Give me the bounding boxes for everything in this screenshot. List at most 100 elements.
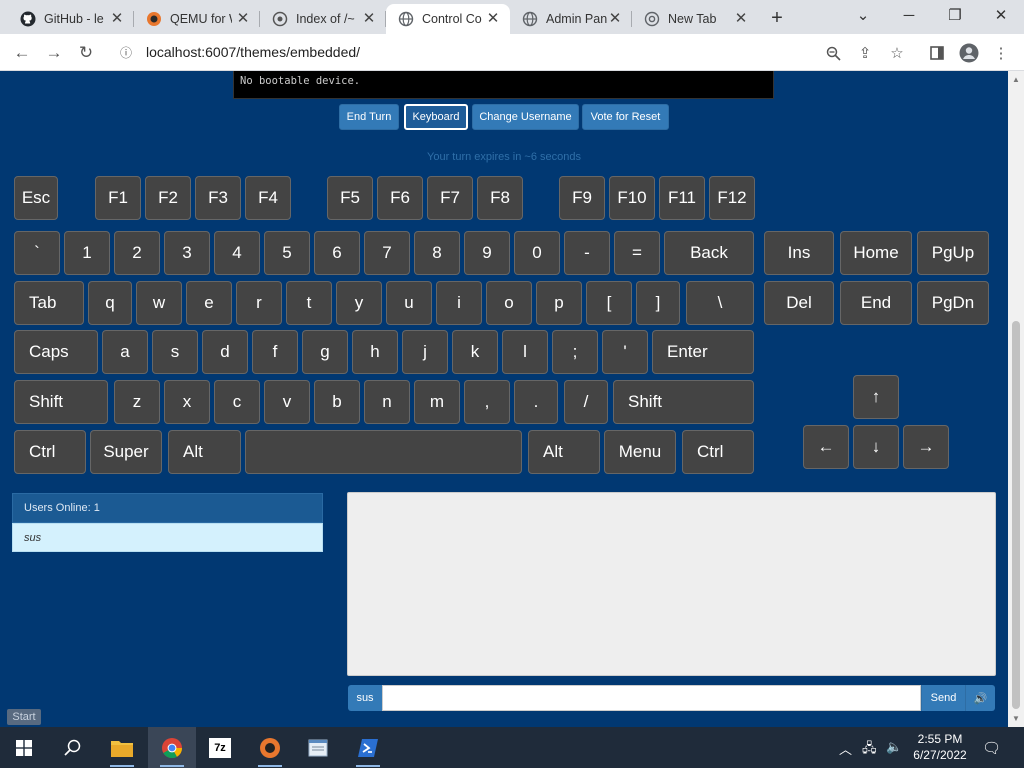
vote-reset-button[interactable]: Vote for Reset: [582, 104, 669, 130]
key-minus[interactable]: -: [564, 231, 610, 275]
key-insert[interactable]: Ins: [764, 231, 834, 275]
tab-admin-panel[interactable]: Admin Pan ✕: [510, 4, 632, 34]
key-f4[interactable]: F4: [245, 176, 291, 220]
key-f12[interactable]: F12: [709, 176, 755, 220]
key-backspace[interactable]: Back: [664, 231, 754, 275]
tab-new-tab[interactable]: New Tab ✕: [632, 4, 758, 34]
page-scrollbar[interactable]: ▲ ▼: [1008, 71, 1024, 727]
close-window-icon[interactable]: ✕: [978, 0, 1024, 30]
key-alt-right[interactable]: Alt: [528, 430, 600, 474]
key-b[interactable]: b: [314, 380, 360, 424]
key-tab[interactable]: Tab: [14, 281, 84, 325]
tab-index[interactable]: Index of /~ ✕: [260, 4, 386, 34]
vm-screen[interactable]: No bootable device.: [233, 71, 774, 99]
chrome-app-icon[interactable]: [148, 727, 196, 768]
tab-control-center[interactable]: Control Co ✕: [386, 4, 510, 34]
address-bar[interactable]: ⓘ localhost:6007/themes/embedded/: [112, 38, 912, 66]
close-icon[interactable]: ✕: [234, 10, 252, 28]
key-quote[interactable]: ': [602, 330, 648, 374]
key-v[interactable]: v: [264, 380, 310, 424]
key-arrow-right[interactable]: →: [903, 425, 949, 469]
chat-messages-area[interactable]: [347, 492, 996, 676]
key-3[interactable]: 3: [164, 231, 210, 275]
key-f8[interactable]: F8: [477, 176, 523, 220]
key-slash[interactable]: /: [564, 380, 608, 424]
key-shift-left[interactable]: Shift: [14, 380, 108, 424]
key-home[interactable]: Home: [840, 231, 912, 275]
key-alt-left[interactable]: Alt: [168, 430, 241, 474]
key-shift-right[interactable]: Shift: [613, 380, 754, 424]
key-t[interactable]: t: [286, 281, 332, 325]
scrollbar-thumb[interactable]: [1012, 321, 1020, 709]
key-bracket-left[interactable]: [: [586, 281, 632, 325]
key-9[interactable]: 9: [464, 231, 510, 275]
key-g[interactable]: g: [302, 330, 348, 374]
key-delete[interactable]: Del: [764, 281, 834, 325]
zoom-icon[interactable]: [822, 42, 844, 64]
network-icon[interactable]: 🖧: [862, 739, 877, 761]
key-esc[interactable]: Esc: [14, 176, 58, 220]
side-panel-icon[interactable]: [926, 42, 948, 64]
file-explorer-icon[interactable]: [98, 727, 146, 768]
key-bracket-right[interactable]: ]: [636, 281, 680, 325]
key-i[interactable]: i: [436, 281, 482, 325]
key-backslash[interactable]: \: [686, 281, 754, 325]
scroll-down-icon[interactable]: ▼: [1012, 714, 1020, 723]
chevron-up-icon[interactable]: ︿: [839, 739, 852, 758]
key-f7[interactable]: F7: [427, 176, 473, 220]
bookmark-star-icon[interactable]: ☆: [886, 42, 908, 64]
close-icon[interactable]: ✕: [108, 10, 126, 28]
key-n[interactable]: n: [364, 380, 410, 424]
key-8[interactable]: 8: [414, 231, 460, 275]
key-2[interactable]: 2: [114, 231, 160, 275]
key-w[interactable]: w: [136, 281, 182, 325]
close-icon[interactable]: ✕: [484, 10, 502, 28]
key-ctrl-right[interactable]: Ctrl: [682, 430, 754, 474]
key-f9[interactable]: F9: [559, 176, 605, 220]
new-tab-plus-icon[interactable]: +: [766, 7, 788, 30]
key-pgup[interactable]: PgUp: [917, 231, 989, 275]
7zip-icon[interactable]: 7z: [196, 727, 244, 768]
key-q[interactable]: q: [88, 281, 132, 325]
key-p[interactable]: p: [536, 281, 582, 325]
key-m[interactable]: m: [414, 380, 460, 424]
taskbar-clock[interactable]: 2:55 PM 6/27/2022: [908, 731, 972, 763]
minimize-icon[interactable]: ─: [886, 0, 932, 30]
key-e[interactable]: e: [186, 281, 232, 325]
scroll-up-icon[interactable]: ▲: [1012, 75, 1020, 84]
key-y[interactable]: y: [336, 281, 382, 325]
restore-icon[interactable]: ❐: [932, 0, 978, 30]
key-arrow-up[interactable]: ↑: [853, 375, 899, 419]
key-comma[interactable]: ,: [464, 380, 510, 424]
menu-kebab-icon[interactable]: ⋮: [990, 42, 1012, 64]
chat-input[interactable]: [382, 685, 921, 711]
tab-search-chevron-icon[interactable]: ⌄: [840, 0, 886, 30]
key-menu[interactable]: Menu: [604, 430, 676, 474]
key-enter[interactable]: Enter: [652, 330, 754, 374]
close-icon[interactable]: ✕: [606, 10, 624, 28]
key-a[interactable]: a: [102, 330, 148, 374]
key-ctrl-left[interactable]: Ctrl: [14, 430, 86, 474]
key-caps[interactable]: Caps: [14, 330, 98, 374]
key-z[interactable]: z: [114, 380, 160, 424]
key-f1[interactable]: F1: [95, 176, 141, 220]
key-super[interactable]: Super: [90, 430, 162, 474]
key-1[interactable]: 1: [64, 231, 110, 275]
share-icon[interactable]: ⇪: [854, 42, 876, 64]
profile-avatar-icon[interactable]: [958, 42, 980, 64]
key-arrow-down[interactable]: ↓: [853, 425, 899, 469]
close-icon[interactable]: ✕: [360, 10, 378, 28]
windows-start-icon[interactable]: [0, 727, 48, 768]
key-c[interactable]: c: [214, 380, 260, 424]
key-l[interactable]: l: [502, 330, 548, 374]
end-turn-button[interactable]: End Turn: [339, 104, 399, 130]
key-0[interactable]: 0: [514, 231, 560, 275]
key-r[interactable]: r: [236, 281, 282, 325]
key-f6[interactable]: F6: [377, 176, 423, 220]
back-arrow-icon[interactable]: ←: [9, 40, 35, 66]
start-button[interactable]: Start: [7, 709, 41, 725]
tab-github[interactable]: GitHub - le ✕: [8, 4, 134, 34]
speaker-icon[interactable]: 🔊: [965, 685, 995, 711]
notepad-icon[interactable]: [294, 727, 342, 768]
key-period[interactable]: .: [514, 380, 558, 424]
